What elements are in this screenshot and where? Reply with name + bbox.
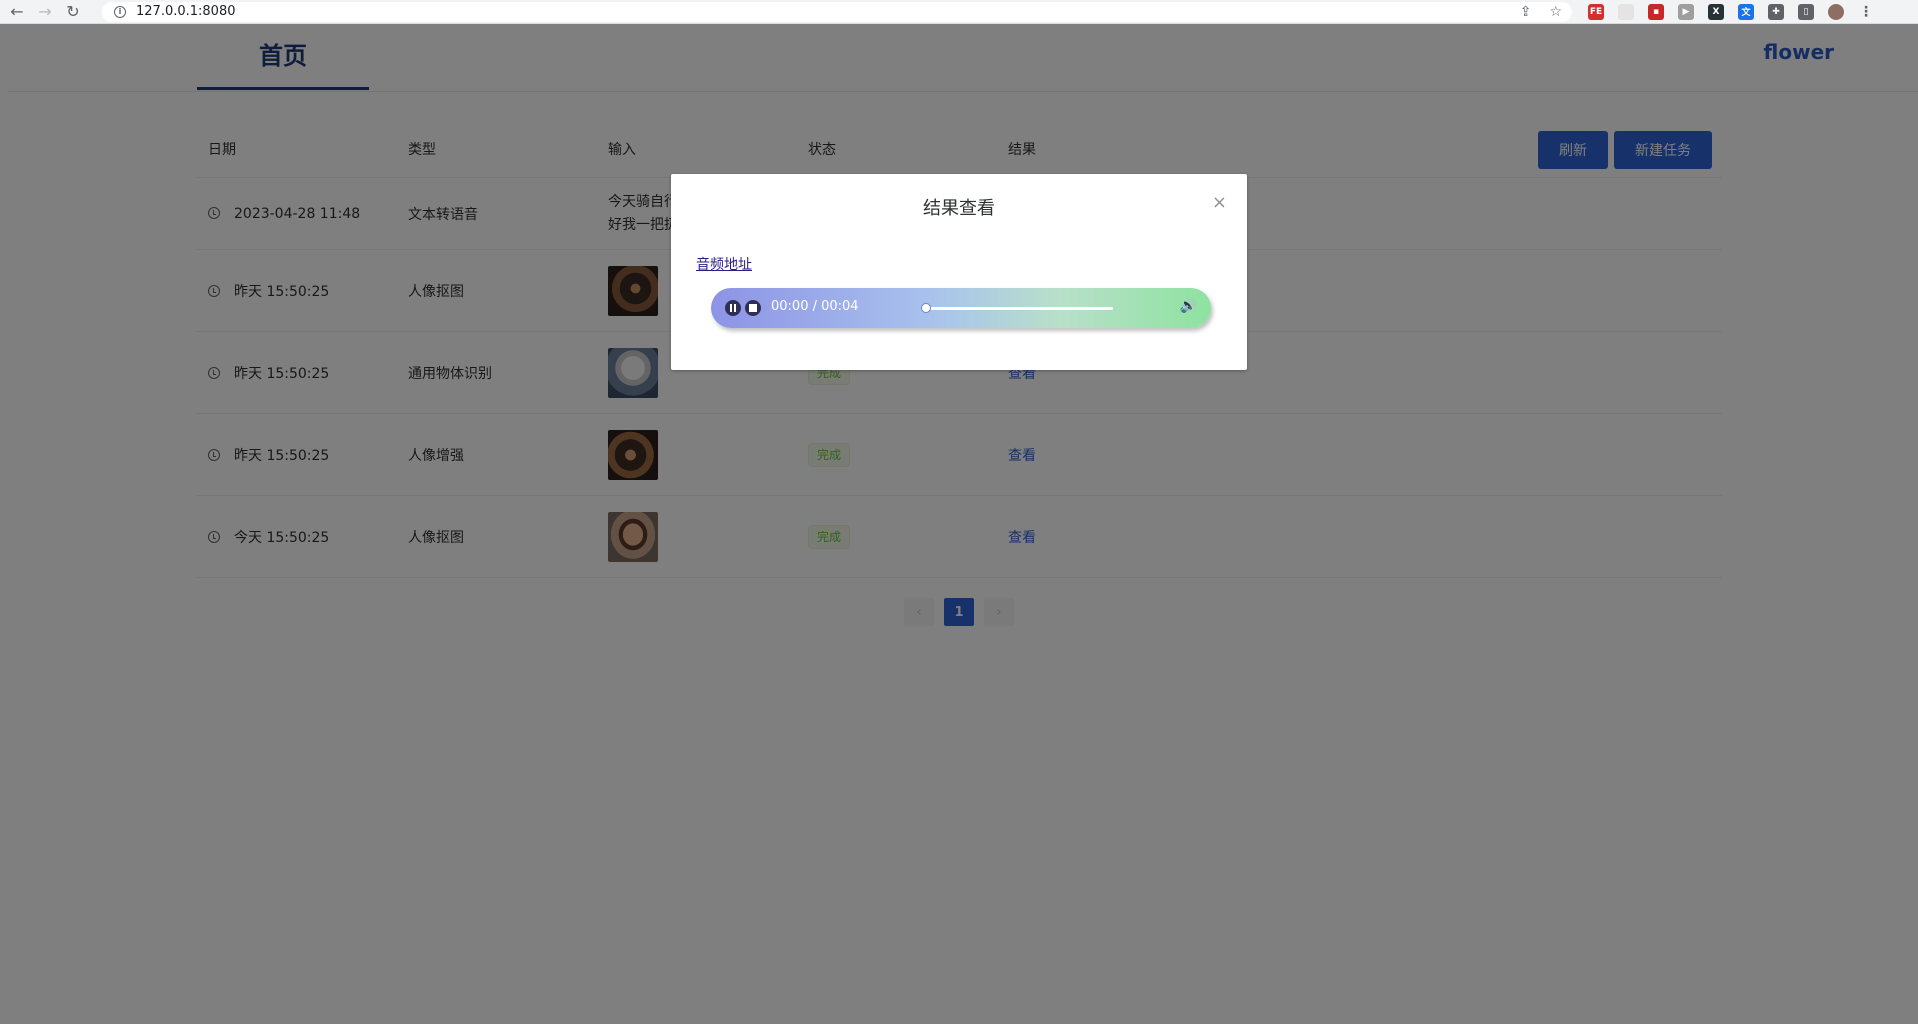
audio-player: 00:00 / 00:04 🔊 xyxy=(711,288,1211,328)
progress-handle[interactable] xyxy=(921,303,931,313)
stop-icon[interactable] xyxy=(745,300,761,316)
address-bar[interactable]: i 127.0.0.1:8080 ⇪ ☆ xyxy=(102,1,1572,22)
extension-play-icon[interactable]: ▶ xyxy=(1678,3,1694,20)
share-icon[interactable]: ⇪ xyxy=(1520,4,1532,20)
result-dialog: 结果查看 × 音频地址 00:00 / 00:04 🔊 xyxy=(671,174,1247,370)
volume-icon[interactable]: 🔊 xyxy=(1180,298,1197,314)
extension-red-icon[interactable]: ▪ xyxy=(1648,3,1664,20)
extension-translate-icon[interactable]: 文 xyxy=(1738,3,1754,20)
site-info-icon[interactable]: i xyxy=(114,5,126,18)
back-icon[interactable]: ← xyxy=(6,1,28,23)
browser-menu-icon[interactable]: ⋮ xyxy=(1858,4,1874,20)
extensions-puzzle-icon[interactable]: ✚ xyxy=(1768,3,1784,20)
playback-time: 00:00 / 00:04 xyxy=(771,299,859,314)
side-panel-icon[interactable]: ▯ xyxy=(1798,3,1814,20)
dialog-title: 结果查看 xyxy=(923,198,995,219)
extension-blank-icon[interactable] xyxy=(1618,3,1634,20)
audio-url-link[interactable]: 音频地址 xyxy=(696,254,752,274)
progress-track[interactable] xyxy=(923,307,1113,310)
bookmark-star-icon[interactable]: ☆ xyxy=(1549,4,1562,20)
browser-toolbar: ← → ↻ i 127.0.0.1:8080 ⇪ ☆ FE ▪ ▶ X 文 ✚ … xyxy=(0,0,1918,24)
extension-x-icon[interactable]: X xyxy=(1708,3,1724,20)
extensions-area: FE ▪ ▶ X 文 ✚ ▯ ⋮ xyxy=(1588,3,1874,20)
close-icon[interactable]: × xyxy=(1212,192,1227,213)
pause-icon[interactable] xyxy=(725,300,741,316)
profile-avatar-icon[interactable] xyxy=(1828,3,1844,20)
url-text: 127.0.0.1:8080 xyxy=(136,4,236,19)
extension-fe-icon[interactable]: FE xyxy=(1588,3,1604,20)
forward-icon[interactable]: → xyxy=(34,1,56,23)
reload-icon[interactable]: ↻ xyxy=(62,1,84,23)
